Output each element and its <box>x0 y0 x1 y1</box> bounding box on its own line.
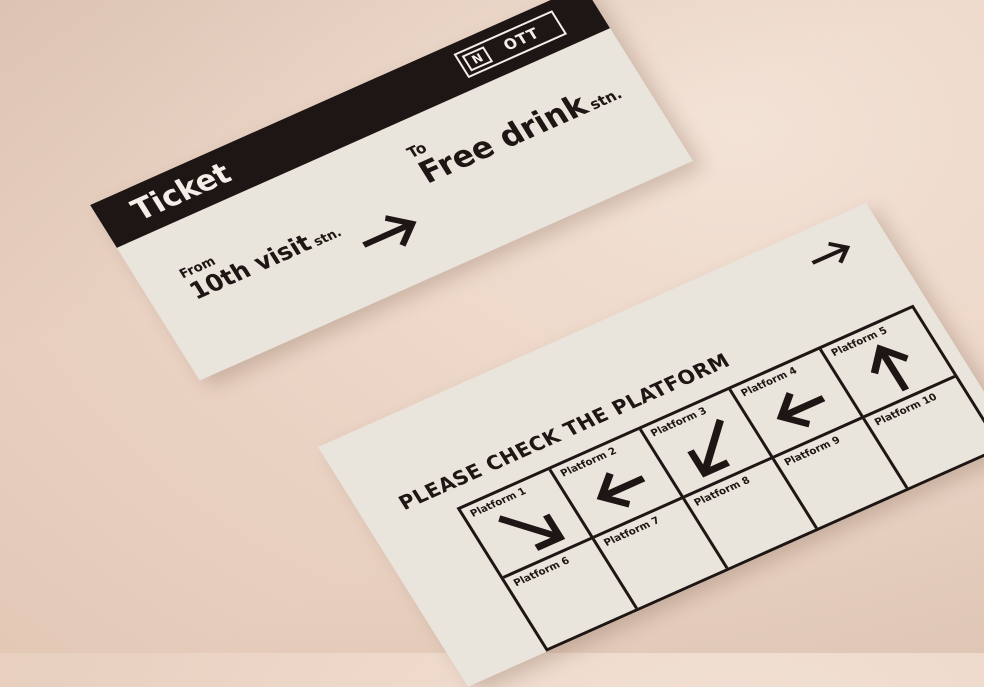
arrow-right-icon <box>811 241 851 265</box>
arrow-right-icon <box>362 215 417 248</box>
brand-logo-text: OTT <box>499 24 544 55</box>
brand-logo-mark-icon: N <box>461 46 494 72</box>
from-station-suffix: stn. <box>310 225 345 250</box>
to-station-suffix: stn. <box>586 84 626 114</box>
